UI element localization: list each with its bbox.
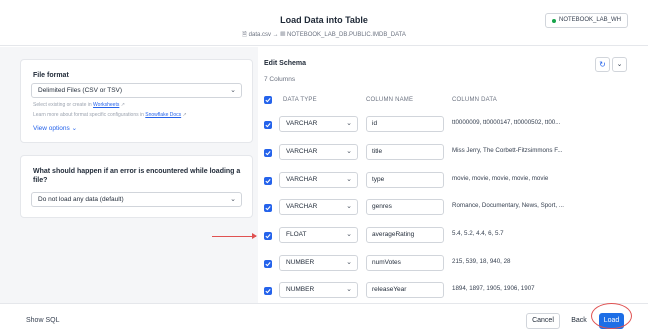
annotation-circle (591, 303, 632, 329)
data-type-select[interactable]: FLOAT ⌄ (279, 227, 358, 243)
data-type-select[interactable]: VARCHAR ⌄ (279, 172, 358, 188)
column-checkbox[interactable] (264, 204, 272, 212)
column-data-preview: Miss Jerry, The Corbett-Fitzsimmons F... (452, 147, 563, 154)
chevron-down-icon: ⌄ (346, 176, 352, 183)
data-type-select[interactable]: NUMBER ⌄ (279, 282, 358, 298)
chevron-down-icon[interactable]: ⌄ (612, 57, 627, 72)
column-name-input[interactable]: numVotes (366, 255, 444, 271)
data-type-select[interactable]: NUMBER ⌄ (279, 255, 358, 271)
schema-row: VARCHAR ⌄ title Miss Jerry, The Corbett-Fit… (258, 139, 648, 166)
source-file: data.csv (248, 32, 271, 38)
data-type-value: VARCHAR (286, 203, 318, 210)
schema-row: VARCHAR ⌄ id tt0000009, tt0000147, tt000050… (258, 111, 648, 138)
column-data-header: COLUMN DATA (452, 97, 497, 103)
column-checkbox[interactable] (264, 232, 272, 240)
file-format-select[interactable]: Delimited Files (CSV or TSV) ⌄ (31, 83, 242, 98)
schema-row: FLOAT ⌄ averageRating 5.4, 5.2, 4.4, 6, 5.7 (258, 222, 648, 249)
error-handling-card: What should happen if an error is encoun… (20, 155, 253, 218)
column-count: 7 Columns (264, 76, 296, 83)
arrow-right-icon: → (272, 32, 279, 38)
annotation-arrow (212, 233, 257, 239)
column-checkbox[interactable] (264, 260, 272, 268)
cancel-button[interactable]: Cancel (526, 313, 560, 329)
worksheets-hint: Select existing or create in Worksheets … (33, 102, 125, 108)
snowflake-docs-link[interactable]: Snowflake Docs (145, 112, 181, 118)
dialog-header: Load Data into Table 🗎 data.csv → ▦ NOTE… (0, 0, 648, 46)
column-checkbox[interactable] (264, 177, 272, 185)
data-type-value: VARCHAR (286, 148, 318, 155)
error-handling-select[interactable]: Do not load any data (default) ⌄ (31, 192, 242, 207)
data-type-value: FLOAT (286, 231, 307, 238)
external-link-icon: ↗ (182, 112, 187, 118)
column-checkbox[interactable] (264, 121, 272, 129)
docs-hint: Learn more about format specific configu… (33, 112, 187, 118)
column-checkbox[interactable] (264, 287, 272, 295)
warehouse-name: NOTEBOOK_LAB_WH (558, 17, 621, 23)
data-type-select[interactable]: VARCHAR ⌄ (279, 144, 358, 160)
load-path: 🗎 data.csv → ▦ NOTEBOOK_LAB_DB.PUBLIC.IM… (0, 30, 648, 40)
column-data-preview: 5.4, 5.2, 4.4, 6, 5.7 (452, 230, 504, 237)
column-name-input[interactable]: title (366, 144, 444, 160)
chevron-down-icon: ⌄ (230, 87, 236, 94)
file-format-value: Delimited Files (CSV or TSV) (38, 87, 123, 94)
column-data-preview: Romance, Documentary, News, Sport, ... (452, 202, 564, 209)
data-type-select[interactable]: VARCHAR ⌄ (279, 199, 358, 215)
column-name-input[interactable]: genres (366, 199, 444, 215)
chevron-down-icon: ⌄ (346, 120, 352, 127)
select-all-checkbox[interactable] (264, 96, 272, 104)
column-checkbox[interactable] (264, 149, 272, 157)
table-icon: ▦ (280, 32, 286, 38)
column-data-preview: movie, movie, movie, movie, movie (452, 175, 549, 182)
data-type-value: NUMBER (286, 259, 315, 266)
schema-row: VARCHAR ⌄ type movie, movie, movie, movie, … (258, 167, 648, 194)
schema-row: VARCHAR ⌄ genres Romance, Documentary, News… (258, 194, 648, 221)
column-data-preview: 1894, 1897, 1905, 1906, 1907 (452, 285, 535, 292)
column-name-input[interactable]: type (366, 172, 444, 188)
chevron-down-icon: ⌄ (71, 125, 78, 132)
column-name-input[interactable]: id (366, 116, 444, 132)
data-type-select[interactable]: VARCHAR ⌄ (279, 116, 358, 132)
column-data-preview: 215, 539, 18, 940, 28 (452, 258, 511, 265)
file-icon: 🗎 (242, 32, 247, 38)
chevron-down-icon: ⌄ (346, 231, 352, 238)
view-options-label: View options (33, 125, 70, 132)
column-data-preview: tt0000009, tt0000147, tt0000502, tt00... (452, 119, 561, 126)
worksheets-hint-text: Select existing or create in (33, 102, 94, 108)
error-handling-label: What should happen if an error is encoun… (33, 168, 241, 184)
chevron-down-icon: ⌄ (346, 203, 352, 210)
data-type-header: DATA TYPE (283, 97, 317, 103)
docs-hint-text: Learn more about format specific configu… (33, 112, 146, 118)
column-name-header: COLUMN NAME (366, 97, 414, 103)
chevron-down-icon: ⌄ (346, 259, 352, 266)
dialog-footer: Show SQL Cancel Back Load (0, 303, 648, 335)
error-handling-value: Do not load any data (default) (38, 196, 124, 203)
refresh-icon[interactable]: ↻ (595, 57, 610, 72)
data-type-value: VARCHAR (286, 120, 318, 127)
column-name-input[interactable]: releaseYear (366, 282, 444, 298)
column-name-input[interactable]: averageRating (366, 227, 444, 243)
chevron-down-icon: ⌄ (346, 286, 352, 293)
warehouse-selector[interactable]: NOTEBOOK_LAB_WH (544, 13, 628, 28)
chevron-down-icon: ⌄ (230, 196, 236, 203)
external-link-icon: ↗ (120, 102, 125, 108)
schema-row: NUMBER ⌄ numVotes 215, 539, 18, 940, 28 (258, 250, 648, 277)
warehouse-status-icon (551, 18, 556, 23)
schema-title: Edit Schema (264, 60, 307, 67)
data-type-value: NUMBER (286, 286, 315, 293)
back-button[interactable]: Back (565, 313, 593, 329)
view-options-toggle[interactable]: View options ⌄ (33, 124, 77, 132)
worksheets-link[interactable]: Worksheets (93, 102, 119, 108)
show-sql-link[interactable]: Show SQL (26, 317, 59, 324)
schema-row: NUMBER ⌄ releaseYear 1894, 1897, 1905, 1906… (258, 277, 648, 304)
file-format-card: File format Delimited Files (CSV or TSV)… (20, 59, 253, 143)
data-type-value: VARCHAR (286, 176, 318, 183)
file-format-label: File format (33, 72, 69, 79)
target-table: NOTEBOOK_LAB_DB.PUBLIC.IMDB_DATA (287, 32, 406, 38)
chevron-down-icon: ⌄ (346, 148, 352, 155)
